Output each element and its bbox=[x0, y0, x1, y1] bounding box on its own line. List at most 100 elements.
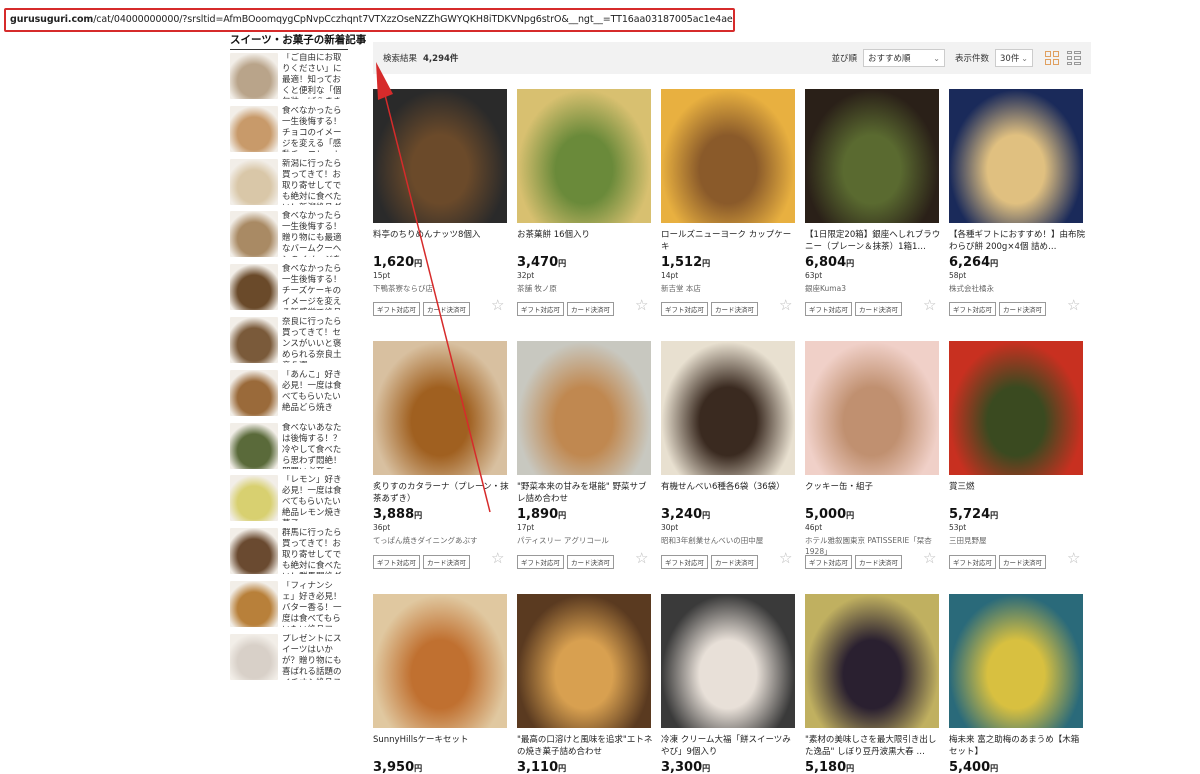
product-image[interactable] bbox=[517, 594, 651, 728]
product-image[interactable] bbox=[949, 594, 1083, 728]
sidebar-article[interactable]: 新潟に行ったら買ってきて！お取り寄せしてでも絶対に食べたい！新潟絶品グルメ＆ス… bbox=[230, 156, 348, 209]
gift-badge: ギフト対応可 bbox=[373, 302, 420, 316]
product-image[interactable] bbox=[805, 89, 939, 223]
product-card[interactable]: クッキー缶・組子 5,000円 46pt ホテル雅叙園東京 PATISSERIE「栞杏… bbox=[805, 341, 941, 569]
shop-name[interactable]: 昭和3年創業せんべいの田中屋 bbox=[661, 535, 797, 546]
product-name[interactable]: クッキー缶・組子 bbox=[805, 481, 941, 505]
product-points: 30pt bbox=[661, 523, 679, 532]
product-image[interactable] bbox=[805, 341, 939, 475]
shop-name[interactable]: 新吉堂 本店 bbox=[661, 283, 797, 294]
price-currency: 円 bbox=[558, 259, 567, 268]
favorite-star-icon[interactable]: ☆ bbox=[1067, 296, 1080, 314]
article-title: 「ご自由にお取りください」に最適！知っておくと便利な「個包装」ばらまきスイー… bbox=[282, 53, 342, 99]
product-image[interactable] bbox=[373, 594, 507, 728]
product-card[interactable]: 賞三燃 5,724円 53pt 三田見野屋 ギフト対応可 カード決済可 ☆ bbox=[949, 341, 1085, 569]
sidebar-list: 「ご自由にお取りください」に最適！知っておくと便利な「個包装」ばらまきスイー… 食… bbox=[230, 50, 348, 684]
product-points: 63pt bbox=[805, 271, 823, 280]
sidebar-article[interactable]: 「レモン」好き必見！一度は食べてもらいたい絶品レモン焼き菓子 bbox=[230, 472, 348, 525]
product-name[interactable]: 冷凍 クリーム大福「餅スイーツみやび」9個入り bbox=[661, 734, 797, 758]
sidebar-article[interactable]: 「ご自由にお取りください」に最適！知っておくと便利な「個包装」ばらまきスイー… bbox=[230, 50, 348, 103]
product-price: 6,804円 bbox=[805, 255, 941, 270]
product-card[interactable]: 冷凍 クリーム大福「餅スイーツみやび」9個入り 3,300円 bbox=[661, 594, 797, 774]
product-card[interactable]: 【各種ギフトにおすすめ！】由布院わらび餅 200g×4個 詰め… 6,264円 58… bbox=[949, 89, 1085, 316]
sidebar-article[interactable]: 群馬に行ったら買ってきて！お取り寄せしてでも絶対に食べたい！群馬問絶グルメ＆ス… bbox=[230, 525, 348, 578]
product-card[interactable]: "野菜本来の甘みを堪能" 野菜サブレ詰め合わせ 1,890円 17pt パティスリー … bbox=[517, 341, 653, 569]
product-card[interactable]: 有機せんべい6種各6袋（36袋） 3,240円 30pt 昭和3年創業せんべいの田中屋… bbox=[661, 341, 797, 569]
shop-name[interactable]: 下鴨茶寮ならび店 bbox=[373, 283, 509, 294]
favorite-star-icon[interactable]: ☆ bbox=[635, 296, 648, 314]
product-card[interactable]: ロールズニューヨーク カップケーキ 1,512円 14pt 新吉堂 本店 ギフト対応可カ… bbox=[661, 89, 797, 316]
product-name[interactable]: 料亭のちりめんナッツ8個入 bbox=[373, 229, 509, 253]
sidebar-article[interactable]: 「フィナンシェ」好き必見！バター香る！一度は食べてもらいたい絶品フィナンシェ bbox=[230, 578, 348, 631]
product-image[interactable] bbox=[949, 341, 1083, 475]
product-card[interactable]: "素材の美味しさを最大限引き出した逸品" しぼり豆丹波黒大春 … 5,180円 bbox=[805, 594, 941, 774]
product-card[interactable]: 炙りすのカタラーナ（プレーン・抹茶あずき） 3,888円 36pt てっぱん焼きダイニ… bbox=[373, 341, 509, 569]
shop-name[interactable]: パティスリー アグリコール bbox=[517, 535, 653, 546]
product-name[interactable]: "最高の口溶けと風味を追求"エトネの焼き菓子詰め合わせ bbox=[517, 734, 653, 758]
favorite-star-icon[interactable]: ☆ bbox=[491, 549, 504, 567]
product-name[interactable]: ロールズニューヨーク カップケーキ bbox=[661, 229, 797, 253]
shop-name[interactable]: ホテル雅叙園東京 PATISSERIE「栞杏1928」 bbox=[805, 535, 941, 557]
shop-name[interactable]: 銀座Kuma3 bbox=[805, 283, 941, 294]
favorite-star-icon[interactable]: ☆ bbox=[635, 549, 648, 567]
product-card[interactable]: 料亭のちりめんナッツ8個入 1,620円 15pt 下鴨茶寮ならび店 ギフト対応可 カード… bbox=[373, 89, 509, 316]
price-currency: 円 bbox=[558, 511, 567, 520]
product-card[interactable]: お茶菓餅 16個入り 3,470円 32pt 茶舗 牧ノ原 ギフト対応可 カード決済可 ☆ bbox=[517, 89, 653, 316]
favorite-star-icon[interactable]: ☆ bbox=[923, 296, 936, 314]
favorite-star-icon[interactable]: ☆ bbox=[491, 296, 504, 314]
sidebar-article[interactable]: 食べないあなたは後悔する！？冷やして食べたら思わず悶絶！即買い必至の「今さら食… bbox=[230, 420, 348, 473]
product-name[interactable]: "野菜本来の甘みを堪能" 野菜サブレ詰め合わせ bbox=[517, 481, 653, 505]
address-bar[interactable]: gurusuguri.com/cat/04000000000/?srsltid=… bbox=[4, 8, 735, 32]
product-card[interactable]: "最高の口溶けと風味を追求"エトネの焼き菓子詰め合わせ 3,110円 bbox=[517, 594, 653, 774]
article-thumbnail bbox=[230, 633, 278, 680]
product-name[interactable]: 【各種ギフトにおすすめ！】由布院わらび餅 200g×4個 詰め… bbox=[949, 229, 1085, 253]
sort-select[interactable]: おすすめ順 ⌄ bbox=[862, 49, 945, 67]
shop-name[interactable]: 三田見野屋 bbox=[949, 535, 1085, 546]
product-image[interactable] bbox=[805, 594, 939, 728]
product-card[interactable]: 梅未来 富之助梅のあまうめ【木箱セット】 5,400円 bbox=[949, 594, 1085, 774]
product-price: 1,890円 bbox=[517, 507, 653, 522]
favorite-star-icon[interactable]: ☆ bbox=[1067, 549, 1080, 567]
shop-name[interactable]: てっぱん焼きダイニングあぶす bbox=[373, 535, 509, 546]
shop-name[interactable]: 株式会社橘永 bbox=[949, 283, 1085, 294]
product-image[interactable] bbox=[517, 89, 651, 223]
price-currency: 円 bbox=[414, 764, 423, 773]
per-page-select[interactable]: 30件 ⌄ bbox=[995, 49, 1033, 67]
product-image[interactable] bbox=[661, 89, 795, 223]
list-view-icon[interactable] bbox=[1067, 51, 1081, 65]
sidebar-article[interactable]: 「あんこ」好き必見！一度は食べてもらいたい絶品どら焼き bbox=[230, 367, 348, 420]
product-name[interactable]: 有機せんべい6種各6袋（36袋） bbox=[661, 481, 797, 505]
sidebar-article[interactable]: 奈良に行ったら買ってきて！センスがいいと褒められる奈良土産５選 bbox=[230, 314, 348, 367]
product-name[interactable]: お茶菓餅 16個入り bbox=[517, 229, 653, 253]
sort-label: 並び順 bbox=[831, 54, 857, 64]
card-badge: カード決済可 bbox=[999, 302, 1046, 316]
product-image[interactable] bbox=[949, 89, 1083, 223]
favorite-star-icon[interactable]: ☆ bbox=[923, 549, 936, 567]
product-name[interactable]: 【1日限定20箱】銀座へしれブラウニー（プレーン＆抹茶）1箱1… bbox=[805, 229, 941, 253]
article-title: 群馬に行ったら買ってきて！お取り寄せしてでも絶対に食べたい！群馬問絶グルメ＆ス… bbox=[282, 528, 342, 574]
sidebar-article[interactable]: 食べなかったら一生後悔する！チョコのイメージを変える「感動チョコレート菓子」3選 bbox=[230, 103, 348, 156]
per-page-value: 30件 bbox=[1000, 54, 1020, 64]
product-image[interactable] bbox=[373, 341, 507, 475]
price-currency: 円 bbox=[846, 764, 855, 773]
shop-name[interactable]: 茶舗 牧ノ原 bbox=[517, 283, 653, 294]
product-name[interactable]: "素材の美味しさを最大限引き出した逸品" しぼり豆丹波黒大春 … bbox=[805, 734, 941, 758]
product-image[interactable] bbox=[661, 341, 795, 475]
sidebar-article[interactable]: 食べなかったら一生後悔する！贈り物にも最適なバームクーヘンのイメージを変える「… bbox=[230, 208, 348, 261]
sidebar-article[interactable]: 食べなかったら一生後悔する！チーズケーキのイメージを変える新感覚で絶品のチーズ… bbox=[230, 261, 348, 314]
product-name[interactable]: 梅未来 富之助梅のあまうめ【木箱セット】 bbox=[949, 734, 1085, 758]
grid-view-icon[interactable] bbox=[1045, 51, 1059, 65]
product-name[interactable]: 炙りすのカタラーナ（プレーン・抹茶あずき） bbox=[373, 481, 509, 505]
product-image[interactable] bbox=[661, 594, 795, 728]
product-image[interactable] bbox=[517, 341, 651, 475]
favorite-star-icon[interactable]: ☆ bbox=[779, 296, 792, 314]
product-name[interactable]: 賞三燃 bbox=[949, 481, 1085, 505]
price-currency: 円 bbox=[990, 259, 999, 268]
product-name[interactable]: SunnyHillsケーキセット bbox=[373, 734, 509, 758]
favorite-star-icon[interactable]: ☆ bbox=[779, 549, 792, 567]
sidebar-article[interactable]: プレゼントにスイーツはいかが？贈り物にも喜ばれる話題のイチオシ絶品スイーツ bbox=[230, 631, 348, 684]
product-card[interactable]: SunnyHillsケーキセット3,950円36pt bbox=[373, 594, 509, 774]
product-card[interactable]: 【1日限定20箱】銀座へしれブラウニー（プレーン＆抹茶）1箱1… 6,804円 63… bbox=[805, 89, 941, 316]
product-image[interactable] bbox=[373, 89, 507, 223]
product-points: 36pt bbox=[373, 523, 391, 532]
